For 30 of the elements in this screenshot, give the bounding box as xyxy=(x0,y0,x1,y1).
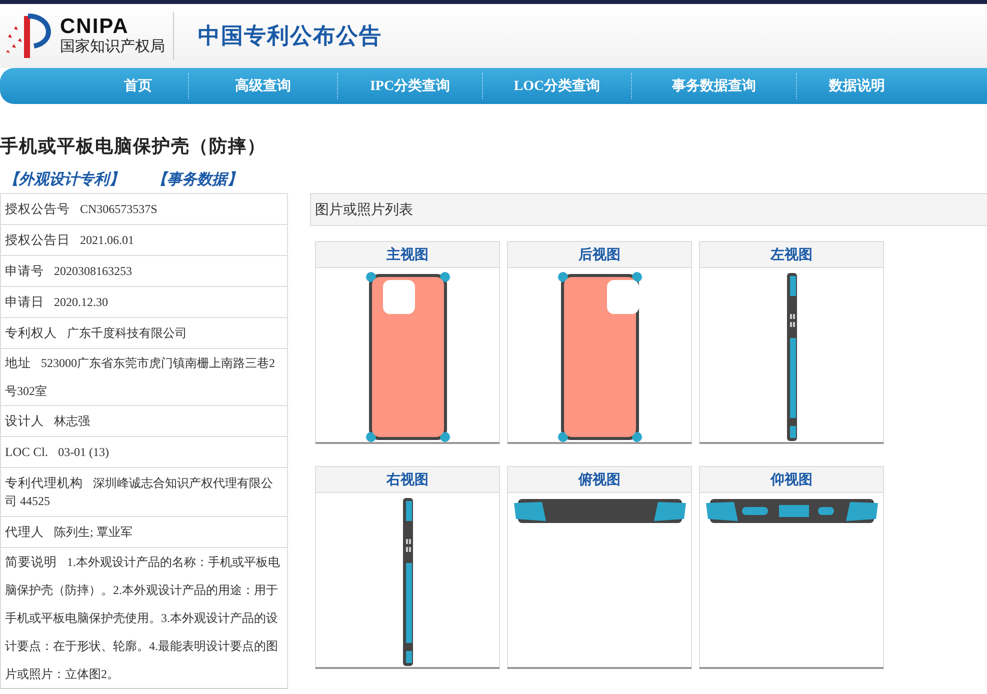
view-caption: 俯视图 xyxy=(508,467,691,493)
detail-row: 地址 523000广东省东莞市虎门镇南栅上南路三巷2号302室 xyxy=(1,348,287,405)
section-link[interactable]: 【事务数据】 xyxy=(152,170,242,189)
detail-row: 授权公告日 2021.06.01 xyxy=(1,224,287,255)
view-caption: 后视图 xyxy=(508,242,691,268)
detail-row: 申请号 2020308163253 xyxy=(1,255,287,286)
gallery-title: 图片或照片列表 xyxy=(315,202,413,218)
detail-row: 专利权人 广东千度科技有限公司 xyxy=(1,317,287,348)
nav-link[interactable]: 数据说明 xyxy=(797,72,917,100)
detail-row: 申请日 2020.12.30 xyxy=(1,286,287,317)
logo-text: CNIPA xyxy=(60,16,130,38)
nav-link[interactable]: IPC分类查询 xyxy=(338,72,482,100)
page-title: 手机或平板电脑保护壳（防摔） xyxy=(0,135,267,158)
nav-link[interactable]: 首页 xyxy=(88,72,188,100)
nav-link[interactable]: 事务数据查询 xyxy=(632,72,796,100)
logo-subtitle: 国家知识产权局 xyxy=(60,38,165,56)
detail-row: 设计人 林志强 xyxy=(1,405,287,436)
view-caption: 右视图 xyxy=(316,467,499,493)
nav-link[interactable]: LOC分类查询 xyxy=(483,72,631,100)
nav-link[interactable]: 高级查询 xyxy=(189,72,337,100)
site-title: 中国专利公布公告 xyxy=(198,23,382,51)
view-caption: 仰视图 xyxy=(700,467,883,493)
view-caption: 左视图 xyxy=(700,242,883,268)
detail-row: 简要说明 1.本外观设计产品的名称：手机或平板电脑保护壳（防摔）。2.本外观设计产品的用途：用于手机或平板电脑保护壳使用。3.本外观设计产品的设计要点：在于形状、轮廓。4.最能表明设计要点的图片或照片：立体图2。 xyxy=(1,547,287,688)
detail-row: 代理人 陈列生; 覃业军 xyxy=(1,516,287,547)
view-caption: 主视图 xyxy=(316,242,499,268)
detail-row-text: 授权公告号 CN306573537S xyxy=(4,201,158,218)
detail-row: LOC Cl. 03-01 (13) xyxy=(1,436,287,467)
detail-row: 专利代理机构 深圳峰诚志合知识产权代理有限公司 44525 xyxy=(1,467,287,516)
section-link[interactable]: 【外观设计专利】 xyxy=(4,170,124,189)
